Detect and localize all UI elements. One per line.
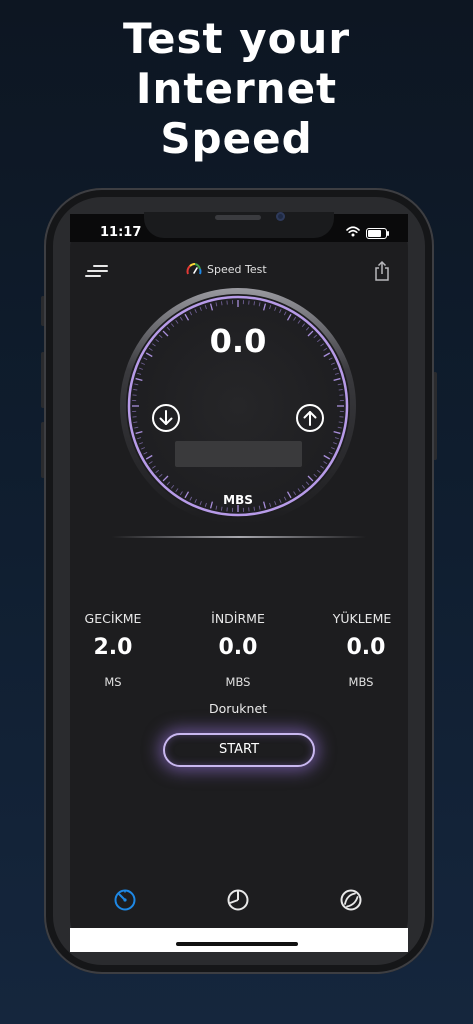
home-bar-area [70,928,408,952]
gauge-tick [220,506,223,511]
phone-camera [276,212,285,221]
speed-value: 0.0 [209,322,267,360]
gauge-tick [220,301,223,306]
home-indicator[interactable] [176,942,298,946]
history-icon[interactable] [225,887,251,913]
gauge-tick [338,421,343,424]
start-button[interactable]: START [163,733,315,767]
promo-line-1: Test your [122,14,351,63]
gauge-tick [133,421,138,424]
server-info-box [175,441,302,467]
gauge-tick [253,301,256,306]
app-title-group: Speed Test [186,262,267,276]
battery-level [368,230,381,237]
stat-latency-label: GECİKME [84,611,142,626]
provider-name: Doruknet [208,701,268,716]
stat-download-value: 0.0 [218,635,258,660]
wifi-icon [346,226,360,237]
share-icon[interactable] [373,260,391,282]
arrow-down-circle-icon[interactable] [151,403,181,433]
status-time: 11:17 [100,225,142,240]
promo-line-3: Speed [160,114,313,163]
gauge-divider [112,536,366,538]
gauge-tick [253,506,256,511]
stat-upload-label: YÜKLEME [332,611,392,626]
globe-icon[interactable] [338,887,364,913]
stat-latency-unit: MS [104,675,122,689]
phone-speaker [215,215,261,220]
arrow-up-circle-icon[interactable] [295,403,325,433]
stat-upload-unit: MBS [348,675,374,689]
speed-unit: MBS [223,493,253,507]
menu-lines-icon[interactable] [84,263,110,279]
gauge-tick [338,388,343,391]
promo-line-2: Internet [135,64,338,113]
battery-icon [366,228,389,239]
promo-headline: Test your Internet Speed [0,14,473,164]
app-title: Speed Test [207,262,267,276]
gauge-tick [133,388,138,391]
speedometer-icon[interactable] [112,887,138,913]
stat-latency-value: 2.0 [93,635,133,660]
stat-upload-value: 0.0 [346,635,386,660]
stat-download-label: İNDİRME [211,611,265,626]
speed-logo-icon [186,263,202,275]
stat-download-unit: MBS [225,675,251,689]
